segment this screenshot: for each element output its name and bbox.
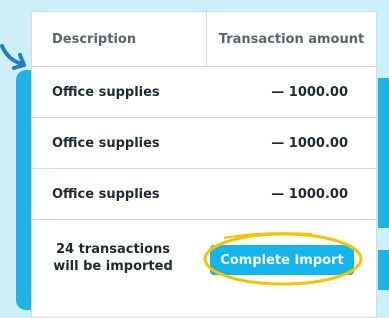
table-header: Description Transaction amount	[32, 12, 376, 67]
right-stripe	[378, 78, 389, 228]
import-count-summary: 24 transactions will be imported	[50, 241, 176, 275]
transaction-description: Office supplies	[52, 186, 160, 202]
complete-import-button[interactable]: Complete Import	[210, 245, 354, 275]
import-footer: 24 transactions will be imported Complet…	[32, 220, 376, 305]
summary-line: 24 transactions	[55, 242, 171, 257]
transaction-amount: — 1000.00	[271, 135, 348, 151]
table-row: Office supplies — 1000.00	[32, 67, 376, 118]
table-row: Office supplies — 1000.00	[32, 169, 376, 220]
summary-line: will be imported	[53, 259, 173, 274]
stage: Description Transaction amount Office su…	[0, 0, 389, 318]
right-stripe	[378, 250, 389, 290]
transaction-description: Office supplies	[52, 84, 160, 100]
transaction-amount: — 1000.00	[271, 84, 348, 100]
transaction-amount: — 1000.00	[271, 186, 348, 202]
column-header-amount: Transaction amount	[206, 12, 376, 66]
import-summary-card: Description Transaction amount Office su…	[31, 11, 377, 318]
column-header-description: Description	[52, 31, 137, 47]
curved-arrow-icon	[0, 44, 26, 70]
table-row: Office supplies — 1000.00	[32, 118, 376, 169]
transaction-description: Office supplies	[52, 135, 160, 151]
